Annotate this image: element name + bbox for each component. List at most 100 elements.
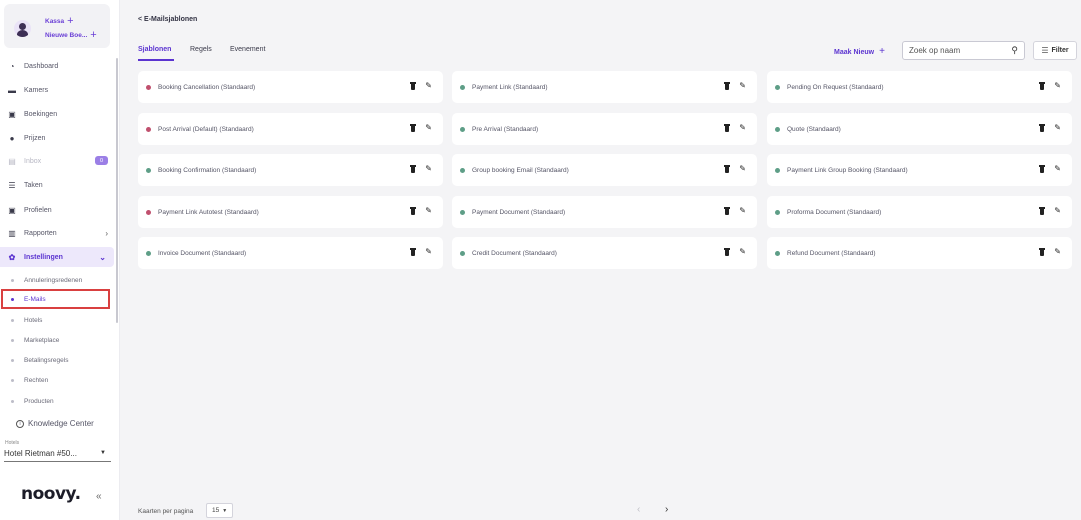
bed-icon: ▬: [8, 85, 16, 95]
template-card[interactable]: Post Arrival (Default) (Standaard) ✎: [138, 113, 443, 145]
trash-icon[interactable]: [1039, 165, 1046, 173]
sidebar-subitem-hotels[interactable]: Hotels: [0, 311, 112, 329]
template-card[interactable]: Payment Link Group Booking (Standaard) ✎: [767, 154, 1072, 186]
template-card[interactable]: Proforma Document (Standaard) ✎: [767, 196, 1072, 228]
sidebar-subitem-rechten[interactable]: Rechten: [0, 371, 112, 389]
template-card[interactable]: Payment Link (Standaard) ✎: [452, 71, 757, 103]
sidebar-item-kamers[interactable]: ▬ Kamers: [0, 80, 116, 100]
search-input[interactable]: Zoek op naam ⚲: [902, 41, 1025, 60]
trash-icon[interactable]: [1039, 82, 1046, 90]
new-booking-button[interactable]: Nieuwe Boe... +: [45, 28, 97, 41]
trash-icon[interactable]: [724, 165, 731, 173]
avatar[interactable]: [14, 20, 31, 37]
previous-page-icon[interactable]: ‹: [637, 504, 640, 515]
trash-icon[interactable]: [1039, 124, 1046, 132]
bullet-icon: [11, 338, 14, 342]
template-card[interactable]: Group booking Email (Standaard) ✎: [452, 154, 757, 186]
pencil-icon[interactable]: ✎: [1054, 207, 1061, 215]
trash-icon[interactable]: [410, 165, 417, 173]
back-link[interactable]: < E-Mailsjablonen: [138, 16, 197, 23]
collapse-sidebar-icon[interactable]: «: [96, 491, 102, 502]
cards-per-page-select[interactable]: 15 ▼: [206, 503, 233, 518]
tab-sjablonen[interactable]: Sjablonen: [138, 46, 171, 53]
pencil-icon[interactable]: ✎: [425, 207, 432, 215]
sidebar-scrollbar[interactable]: [116, 58, 118, 323]
pencil-icon[interactable]: ✎: [425, 248, 432, 256]
sidebar-item-label: Boekingen: [24, 110, 58, 118]
template-name: Group booking Email (Standaard): [472, 166, 569, 174]
pencil-icon[interactable]: ✎: [425, 124, 432, 132]
trash-icon[interactable]: [410, 124, 417, 132]
template-card[interactable]: Pre Arrival (Standaard) ✎: [452, 113, 757, 145]
sidebar-subitem-label: Hotels: [24, 316, 43, 324]
pencil-icon[interactable]: ✎: [1054, 124, 1061, 132]
trash-icon[interactable]: [1039, 207, 1046, 215]
card-actions: ✎: [724, 82, 746, 90]
trash-icon[interactable]: [410, 207, 417, 215]
trash-icon[interactable]: [724, 248, 731, 256]
sidebar-item-taken[interactable]: ☰ Taken: [0, 175, 116, 195]
user-card: Kassa + Nieuwe Boe... +: [4, 4, 110, 48]
template-card[interactable]: Refund Document (Standaard) ✎: [767, 237, 1072, 269]
pencil-icon[interactable]: ✎: [1054, 165, 1061, 173]
plus-icon: +: [879, 46, 885, 57]
pencil-icon[interactable]: ✎: [739, 124, 746, 132]
kassa-button[interactable]: Kassa +: [45, 14, 74, 27]
sidebar-subitem-annuleringsredenen[interactable]: Annuleringsredenen: [0, 271, 112, 289]
pencil-icon[interactable]: ✎: [739, 248, 746, 256]
sidebar-subitem-betalingsregels[interactable]: Betalingsregels: [0, 351, 112, 369]
template-card[interactable]: Booking Cancellation (Standaard) ✎: [138, 71, 443, 103]
template-card[interactable]: Booking Confirmation (Standaard) ✎: [138, 154, 443, 186]
sidebar-item-label: Prijzen: [24, 134, 46, 142]
sidebar-subitem-producten[interactable]: Producten: [0, 392, 112, 410]
tab-regels[interactable]: Regels: [190, 46, 212, 53]
trash-icon[interactable]: [724, 124, 731, 132]
pencil-icon[interactable]: ✎: [1054, 82, 1061, 90]
template-card[interactable]: Quote (Standaard) ✎: [767, 113, 1072, 145]
pencil-icon[interactable]: ✎: [425, 165, 432, 173]
template-card[interactable]: Invoice Document (Standaard) ✎: [138, 237, 443, 269]
template-card[interactable]: Credit Document (Standaard) ✎: [452, 237, 757, 269]
trash-icon[interactable]: [410, 82, 417, 90]
trash-icon[interactable]: [410, 248, 417, 256]
sidebar-item-boekingen[interactable]: ▣ Boekingen: [0, 104, 116, 124]
pencil-icon[interactable]: ✎: [425, 82, 432, 90]
sidebar-item-inbox[interactable]: ▤ Inbox 0: [0, 151, 116, 171]
pencil-icon[interactable]: ✎: [739, 165, 746, 173]
template-card[interactable]: Payment Link Autotest (Standaard) ✎: [138, 196, 443, 228]
tab-evenement[interactable]: Evenement: [230, 46, 265, 53]
hotel-select[interactable]: Hotel Rietman #50... ▼: [4, 445, 111, 462]
template-card[interactable]: Pending On Request (Standaard) ✎: [767, 71, 1072, 103]
sidebar-item-label: Kamers: [24, 86, 49, 94]
pencil-icon[interactable]: ✎: [739, 207, 746, 215]
sidebar-item-profielen[interactable]: ▣ Profielen: [0, 200, 116, 220]
sidebar-item-prijzen[interactable]: ● Prijzen: [0, 128, 116, 148]
sidebar-item-label: Taken: [24, 181, 43, 189]
pencil-icon[interactable]: ✎: [739, 82, 746, 90]
card-actions: ✎: [410, 165, 432, 173]
trash-icon[interactable]: [1039, 248, 1046, 256]
status-dot: [460, 167, 465, 173]
trash-icon[interactable]: [724, 207, 731, 215]
template-name: Proforma Document (Standaard): [787, 208, 882, 216]
template-name: Pre Arrival (Standaard): [472, 125, 539, 133]
template-name: Credit Document (Standaard): [472, 249, 557, 257]
template-card[interactable]: Payment Document (Standaard) ✎: [452, 196, 757, 228]
sidebar-item-instellingen[interactable]: ✿ Instellingen ⌄: [0, 247, 114, 267]
sidebar-item-rapporten[interactable]: ▥ Rapporten ›: [0, 223, 116, 243]
status-dot: [146, 167, 151, 173]
trash-icon[interactable]: [724, 82, 731, 90]
card-actions: ✎: [724, 124, 746, 132]
knowledge-center-link[interactable]: i Knowledge Center: [16, 419, 94, 428]
sidebar-item-dashboard[interactable]: ◔ Dashboard: [0, 56, 116, 76]
status-dot: [775, 167, 780, 173]
hotel-select-value: Hotel Rietman #50...: [4, 448, 77, 458]
template-name: Payment Document (Standaard): [472, 208, 566, 216]
info-icon: i: [16, 419, 24, 428]
next-page-icon[interactable]: ›: [665, 504, 668, 515]
filter-button[interactable]: ☰ Filter: [1033, 41, 1077, 60]
card-actions: ✎: [410, 207, 432, 215]
pencil-icon[interactable]: ✎: [1054, 248, 1061, 256]
sidebar-subitem-marketplace[interactable]: Marketplace: [0, 331, 112, 349]
create-new-button[interactable]: Maak Nieuw +: [834, 46, 885, 57]
